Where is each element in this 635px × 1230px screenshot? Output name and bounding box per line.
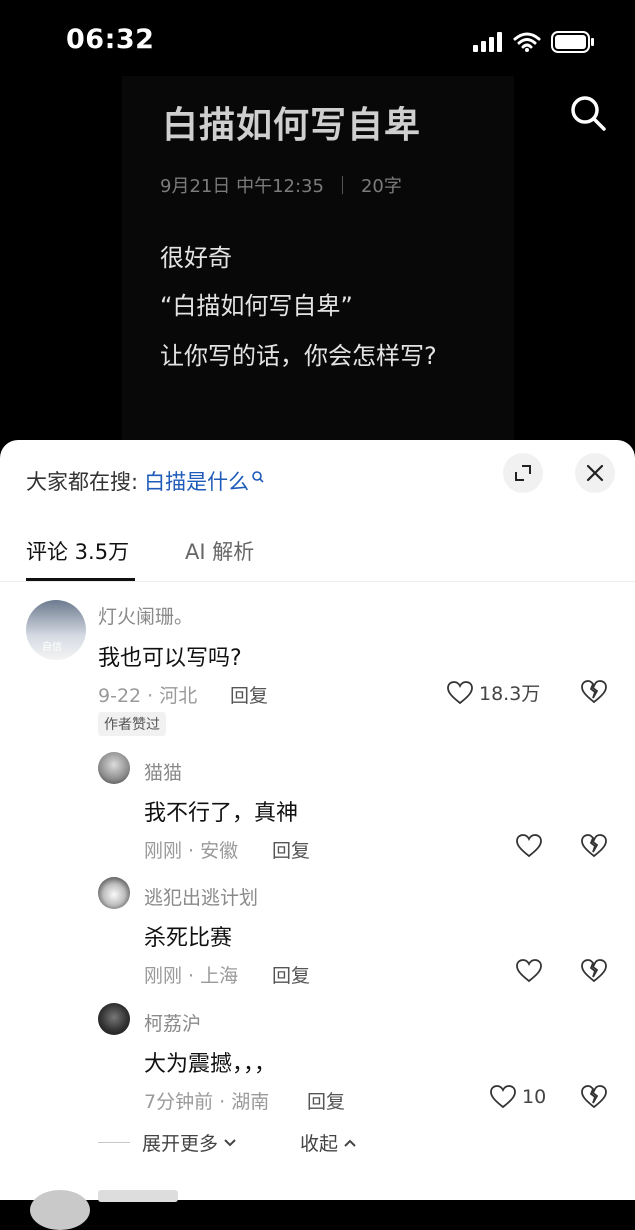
avatar[interactable] (30, 1190, 90, 1230)
reply-author[interactable]: 柯荔沪 (144, 1009, 201, 1036)
heart-icon (490, 1085, 516, 1109)
like-count: 10 (522, 1086, 547, 1108)
comment-meta: 9-22 · 河北 (98, 685, 198, 707)
note-line: “白描如何写自卑” (160, 292, 353, 320)
note-meta: 9月21日 中午12:35 20字 (160, 172, 402, 198)
close-sheet-button[interactable] (575, 453, 615, 493)
expand-more-button[interactable]: 展开更多 (98, 1129, 238, 1156)
dislike-icon[interactable] (581, 834, 607, 858)
collapse-label: 收起 (300, 1133, 339, 1155)
reply-button[interactable]: 回复 (272, 961, 310, 988)
like-button[interactable]: 18.3万 (447, 679, 540, 706)
expand-icon (515, 465, 531, 481)
note-line: 让你写的话，你会怎样写? (160, 342, 437, 370)
note-date: 9月21日 中午12:35 (160, 176, 324, 197)
tab-divider (0, 581, 635, 582)
reply-meta: 刚刚 · 安徽 (144, 840, 239, 862)
collapse-button[interactable]: 收起 (300, 1129, 358, 1156)
wifi-icon (513, 32, 541, 52)
heart-icon[interactable] (516, 834, 542, 858)
heart-icon[interactable] (516, 959, 542, 983)
tab-ai-analysis[interactable]: AI 解析 (185, 536, 254, 566)
comment-author[interactable]: 灯火阑珊。 (98, 602, 193, 629)
tab-comments[interactable]: 评论 3.5万 (26, 536, 129, 566)
like-count: 18.3万 (479, 683, 541, 705)
comment-author-placeholder (98, 1190, 178, 1202)
thread-line (98, 1142, 130, 1143)
reply-button[interactable]: 回复 (272, 836, 310, 863)
signal-icon (473, 32, 502, 52)
comment-text[interactable]: 我也可以写吗? (98, 640, 242, 672)
dislike-icon[interactable] (581, 959, 607, 983)
reply-text[interactable]: 大为震撼，，， (144, 1046, 276, 1078)
dislike-icon[interactable] (581, 680, 607, 704)
reply-author[interactable]: 猫猫 (144, 758, 182, 785)
search-keyword[interactable]: 白描是什么 (144, 466, 249, 496)
reply-meta: 7分钟前 · 湖南 (144, 1091, 270, 1113)
heart-icon (447, 680, 473, 704)
reply-text[interactable]: 杀死比赛 (144, 920, 232, 952)
search-icon[interactable] (569, 94, 607, 132)
battery-icon (551, 31, 594, 53)
meta-divider (341, 176, 343, 194)
reply-text[interactable]: 我不行了，真神 (144, 795, 298, 827)
status-icons (473, 30, 595, 54)
small-search-icon (252, 471, 264, 483)
reply-button[interactable]: 回复 (307, 1087, 345, 1114)
reply-author[interactable]: 逃犯出逃计划 (144, 883, 258, 910)
avatar[interactable] (98, 1003, 130, 1035)
avatar[interactable] (98, 877, 130, 909)
chevron-down-icon (224, 1138, 236, 1146)
avatar-text: 自信 (42, 642, 62, 653)
close-icon (586, 464, 604, 482)
avatar[interactable] (98, 752, 130, 784)
expand-label: 展开更多 (142, 1133, 219, 1155)
reply-button[interactable]: 回复 (230, 681, 268, 708)
avatar[interactable]: 自信 (26, 600, 86, 660)
chevron-up-icon (344, 1139, 356, 1147)
trending-search[interactable]: 大家都在搜: 白描是什么 (26, 466, 265, 496)
search-prefix: 大家都在搜: (26, 470, 139, 494)
author-liked-badge: 作者赞过 (98, 712, 166, 736)
dislike-icon[interactable] (581, 1085, 607, 1109)
reply-meta: 刚刚 · 上海 (144, 965, 239, 987)
note-line: 很好奇 (160, 244, 232, 272)
note-word-count: 20字 (360, 176, 402, 197)
note-title: 白描如何写自卑 (162, 105, 422, 146)
like-button[interactable]: 10 (490, 1085, 546, 1109)
status-time: 06:32 (66, 24, 155, 55)
expand-sheet-button[interactable] (503, 453, 543, 493)
